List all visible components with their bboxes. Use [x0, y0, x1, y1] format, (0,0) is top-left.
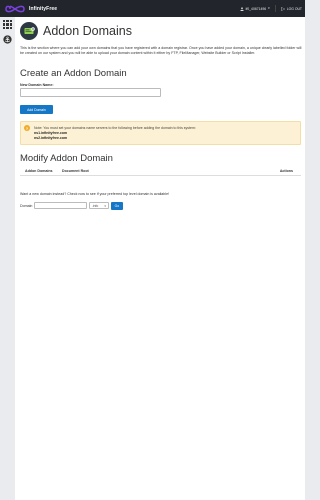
brand[interactable]: InfinityFree [5, 0, 57, 17]
chevron-down-icon: ▼ [267, 7, 271, 10]
create-heading: Create an Addon Domain [20, 68, 127, 79]
modify-heading: Modify Addon Domain [20, 153, 113, 164]
divider [275, 5, 277, 12]
chevron-down-icon: ▾ [104, 204, 106, 209]
username: if0_40671496 [245, 6, 267, 11]
nameserver-note: ? Note: You must set your domains name s… [20, 121, 301, 145]
new-domain-label: New Domain Name: [20, 83, 54, 87]
logout-icon [281, 6, 286, 11]
grid-icon[interactable] [3, 20, 12, 29]
domain-label: Domain [20, 203, 33, 208]
anchor-icon[interactable] [3, 35, 12, 44]
page-title: Addon Domains [43, 24, 132, 38]
column-header-document-root[interactable]: Document Root [62, 169, 89, 173]
domain-search-prompt: Want a new domain instead? Check now to … [20, 192, 170, 196]
domain-search-input[interactable] [33, 202, 87, 209]
new-domain-input[interactable] [20, 88, 161, 97]
infinity-logo-icon [5, 5, 25, 12]
page-header: Addon Domains [20, 20, 132, 42]
main-content: Addon Domains This is the section where … [15, 17, 305, 500]
domain-search-form: Domain .info ▾ Go [20, 201, 123, 210]
go-button[interactable]: Go [110, 201, 123, 210]
warning-icon: ? [24, 125, 30, 131]
add-domain-button[interactable]: Add Domain [20, 105, 53, 114]
addon-domain-icon [20, 22, 38, 40]
intro-text: This is the section where you can add yo… [20, 46, 302, 55]
note-text: Note: You must set your domains name ser… [34, 125, 196, 130]
user-icon [240, 6, 244, 11]
nameserver-2: ns2.infinityfree.com [34, 135, 68, 140]
column-header-addon-domains[interactable]: Addon Domains [25, 169, 53, 173]
tld-selected-value: .info [91, 203, 99, 208]
user-menu[interactable]: if0_40671496 ▼ [240, 7, 270, 11]
logout-link[interactable]: LOG OUT [281, 7, 302, 11]
tld-select[interactable]: .info ▾ [88, 202, 109, 209]
left-rail [0, 17, 15, 500]
logout-label: LOG OUT [286, 6, 302, 11]
column-header-actions: Actions [279, 169, 293, 173]
top-navbar: InfinityFree if0_40671496 ▼ LOG OUT [0, 0, 305, 17]
domains-table-header: Addon Domains Document Root Actions [20, 168, 301, 176]
brand-name: InfinityFree [29, 5, 58, 12]
